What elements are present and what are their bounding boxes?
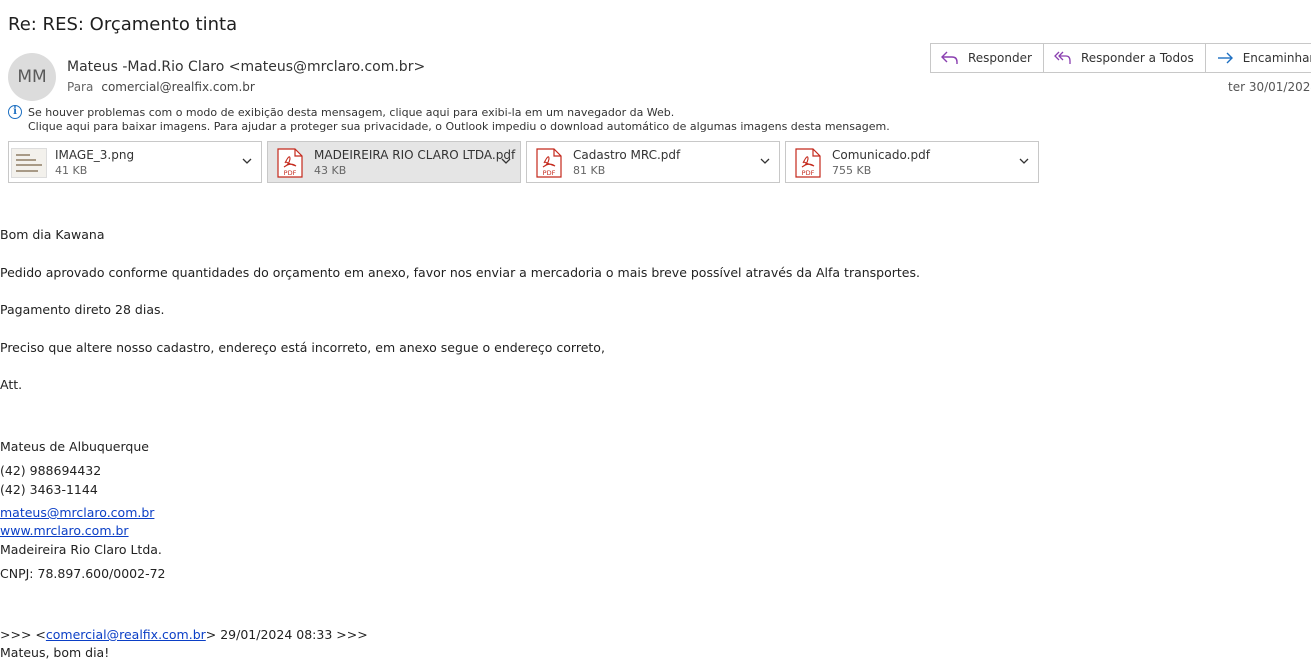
- attachment-name: MADEIREIRA RIO CLARO LTDA.pdf: [314, 148, 516, 162]
- to-label: Para: [67, 80, 94, 94]
- forward-button[interactable]: Encaminhar: [1204, 43, 1311, 73]
- info-icon: i: [8, 105, 22, 119]
- reply-all-icon: [1054, 51, 1071, 64]
- reply-button[interactable]: Responder: [930, 43, 1044, 73]
- quoted-header: >>> <comercial@realfix.com.br> 29/01/202…: [0, 627, 368, 642]
- email-subject: Re: RES: Orçamento tinta: [8, 14, 238, 35]
- pdf-icon: PDF: [795, 148, 821, 178]
- signature-name: Mateus de Albuquerque: [0, 439, 149, 454]
- chevron-down-icon[interactable]: [500, 155, 512, 167]
- quoted-prefix: >>> <: [0, 627, 46, 642]
- reply-icon: [941, 51, 958, 64]
- reply-all-label: Responder a Todos: [1080, 51, 1194, 65]
- quoted-first-line: Mateus, bom dia!: [0, 645, 110, 660]
- attachment-card[interactable]: PDF Cadastro MRC.pdf 81 KB: [526, 141, 780, 183]
- attachment-card-selected[interactable]: PDF MADEIREIRA RIO CLARO LTDA.pdf 43 KB: [267, 141, 521, 183]
- received-date: ter 30/01/2024 1: [1228, 80, 1311, 94]
- pdf-icon: PDF: [536, 148, 562, 178]
- attachment-name: IMAGE_3.png: [55, 148, 135, 162]
- svg-text:PDF: PDF: [543, 169, 556, 177]
- chevron-down-icon[interactable]: [241, 155, 253, 167]
- reply-all-button[interactable]: Responder a Todos: [1042, 43, 1206, 73]
- chevron-down-icon[interactable]: [1018, 155, 1030, 167]
- body-paragraph: Preciso que altere nosso cadastro, ender…: [0, 340, 605, 355]
- message-actions: Responder Responder a Todos Encaminhar •: [930, 43, 1311, 73]
- signature-phone: (42) 988694432: [0, 463, 102, 478]
- image-thumbnail-icon: [11, 148, 47, 178]
- signature-email-link[interactable]: mateus@mrclaro.com.br: [0, 505, 154, 520]
- attachment-name: Cadastro MRC.pdf: [573, 148, 681, 162]
- forward-icon: [1217, 52, 1233, 64]
- sender-avatar[interactable]: MM: [8, 53, 56, 101]
- attachment-card[interactable]: IMAGE_3.png 41 KB: [8, 141, 262, 183]
- attachment-size: 81 KB: [573, 164, 606, 177]
- sender-name[interactable]: Mateus -Mad.Rio Claro <mateus@mrclaro.co…: [67, 59, 425, 75]
- attachment-size: 41 KB: [55, 164, 88, 177]
- info-line-view-in-browser[interactable]: Se houver problemas com o modo de exibiç…: [28, 106, 674, 120]
- attachment-name: Comunicado.pdf: [832, 148, 930, 162]
- chevron-down-icon[interactable]: [759, 155, 771, 167]
- svg-text:PDF: PDF: [802, 169, 815, 177]
- recipient-row: Para comercial@realfix.com.br: [67, 80, 255, 94]
- email-link[interactable]: mateus@mrclaro.com.br: [0, 505, 154, 520]
- recipient-address[interactable]: comercial@realfix.com.br: [101, 80, 255, 94]
- reply-label: Responder: [968, 51, 1032, 65]
- attachment-size: 755 KB: [832, 164, 872, 177]
- attachment-size: 43 KB: [314, 164, 347, 177]
- quoted-suffix: > 29/01/2024 08:33 >>>: [205, 627, 368, 642]
- svg-text:PDF: PDF: [284, 169, 297, 177]
- signature-cnpj: CNPJ: 78.897.600/0002-72: [0, 566, 166, 581]
- attachment-card[interactable]: PDF Comunicado.pdf 755 KB: [785, 141, 1039, 183]
- website-link[interactable]: www.mrclaro.com.br: [0, 523, 129, 538]
- quoted-email-link[interactable]: comercial@realfix.com.br: [46, 627, 206, 642]
- signature-website-link[interactable]: www.mrclaro.com.br: [0, 523, 129, 538]
- pdf-icon: PDF: [277, 148, 303, 178]
- body-greeting: Bom dia Kawana: [0, 227, 105, 242]
- body-paragraph: Pagamento direto 28 dias.: [0, 302, 165, 317]
- body-closing: Att.: [0, 377, 23, 392]
- forward-label: Encaminhar: [1242, 51, 1311, 65]
- info-line-download-images[interactable]: Clique aqui para baixar imagens. Para aj…: [28, 120, 890, 134]
- signature-phone: (42) 3463-1144: [0, 482, 98, 497]
- signature-company: Madeireira Rio Claro Ltda.: [0, 542, 162, 557]
- body-paragraph: Pedido aprovado conforme quantidades do …: [0, 265, 920, 280]
